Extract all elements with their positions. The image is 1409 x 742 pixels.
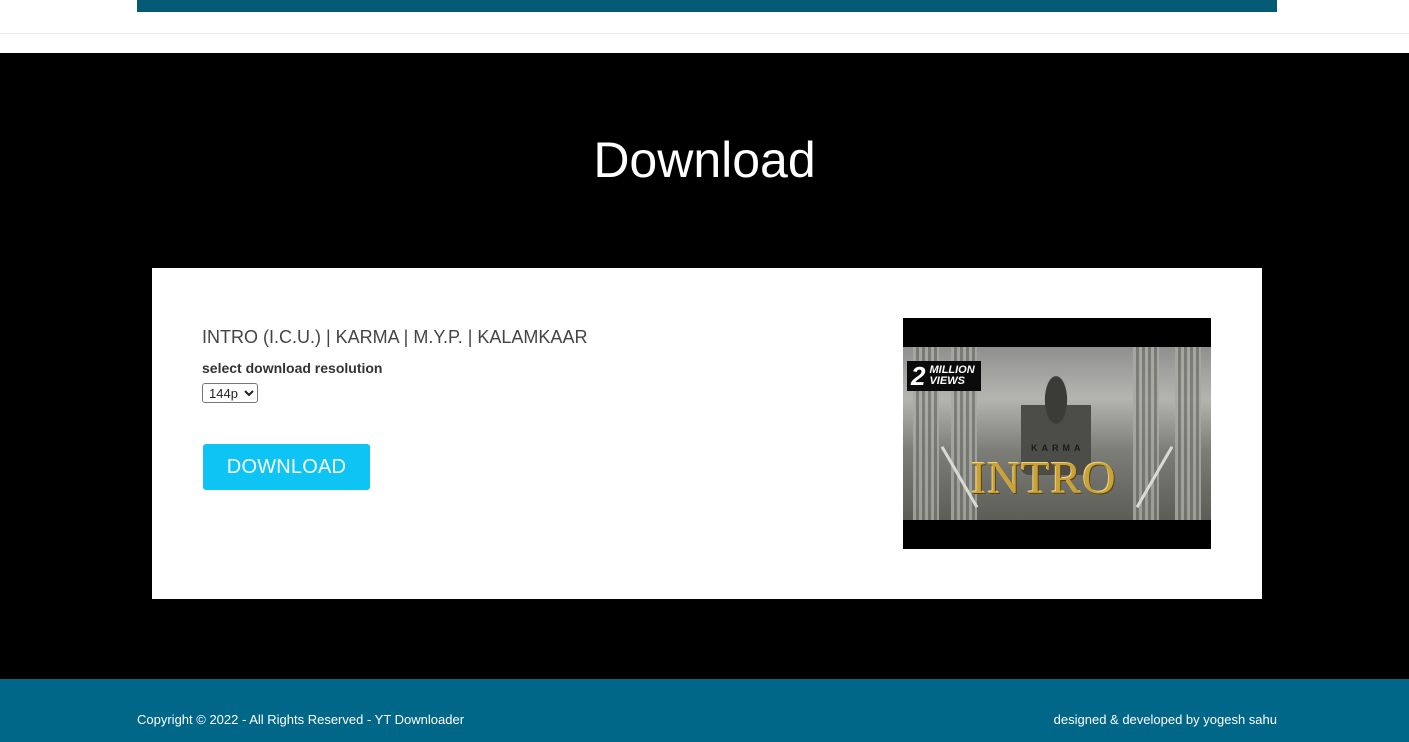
header-bar [137,0,1277,12]
views-badge: 2 MILLION VIEWS [907,361,981,391]
thumbnail-artwork: 2 MILLION VIEWS KARMA INTRO [903,347,1211,520]
thumbnail-title-text: INTRO [971,452,1117,503]
video-thumbnail: 2 MILLION VIEWS KARMA INTRO [903,318,1211,549]
footer: Copyright © 2022 - All Rights Reserved -… [0,679,1409,742]
download-section: Download INTRO (I.C.U.) | KARMA | M.Y.P.… [0,53,1409,679]
resolution-label: select download resolution [202,360,383,376]
views-badge-number: 2 [911,361,926,391]
header [0,0,1409,34]
resolution-select[interactable]: 144p [202,383,258,403]
download-button[interactable]: DOWNLOAD [203,444,370,490]
video-title: INTRO (I.C.U.) | KARMA | M.Y.P. | KALAMK… [202,327,588,347]
video-card: INTRO (I.C.U.) | KARMA | M.Y.P. | KALAMK… [152,268,1262,599]
footer-copyright: Copyright © 2022 - All Rights Reserved -… [137,712,465,727]
views-badge-line2: VIEWS [929,375,965,387]
views-badge-text: MILLION VIEWS [929,365,974,387]
footer-credit: designed & developed by yogesh sahu [1053,712,1277,727]
thumbnail-pillar [1175,347,1201,520]
page-title: Download [593,132,816,188]
